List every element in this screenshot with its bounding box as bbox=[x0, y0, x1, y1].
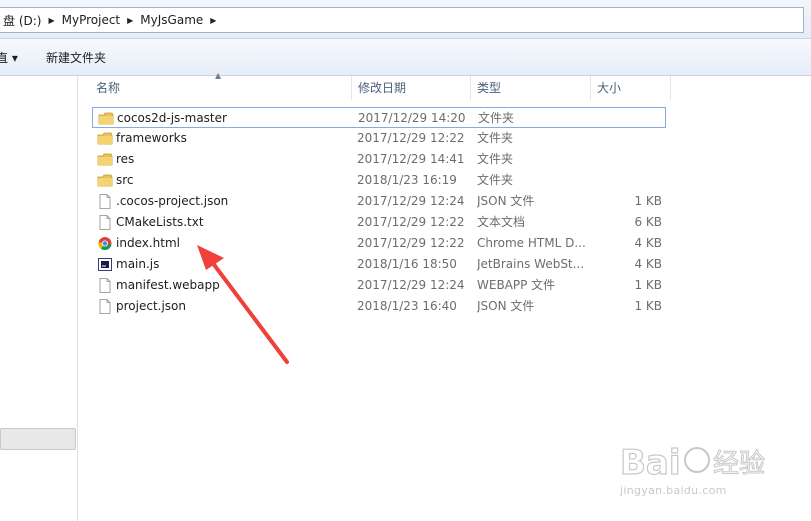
baidu-jingyan-watermark-logo: Bai 经验 bbox=[620, 442, 766, 483]
svg-text:Bai: Bai bbox=[620, 443, 681, 483]
watermark-url: jingyan.baidu.com bbox=[620, 484, 727, 497]
svg-text:经验: 经验 bbox=[713, 449, 765, 479]
